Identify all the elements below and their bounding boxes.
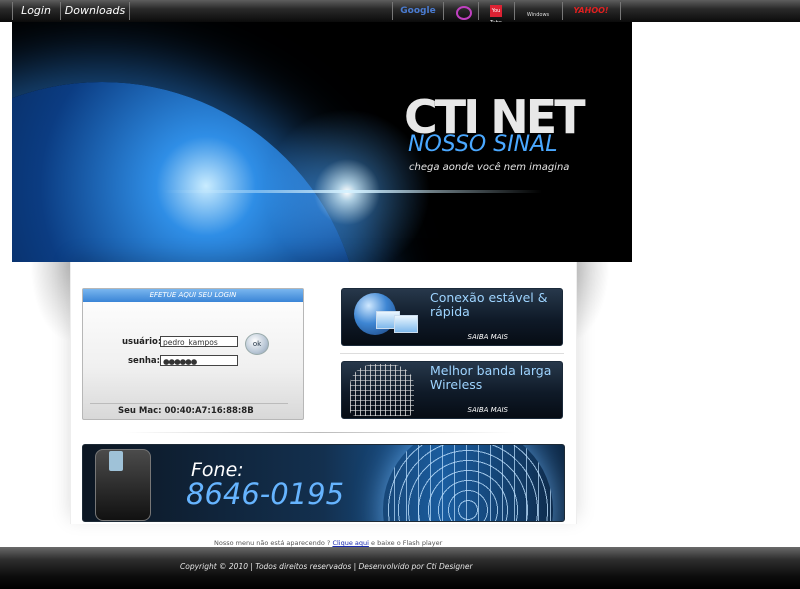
- google-icon[interactable]: Google: [398, 2, 438, 20]
- windows-live-icon[interactable]: Windows Live: [524, 2, 552, 44]
- card-title: Melhor banda larga Wireless: [430, 363, 552, 392]
- footer: Copyright © 2010 | Todos direitos reserv…: [0, 547, 800, 589]
- banner-slogan: NOSSO SINAL: [408, 132, 558, 157]
- phone-screen: [109, 451, 123, 471]
- notice-prefix: Nosso menu não está aparecendo ?: [214, 539, 331, 547]
- nav-separator: [478, 2, 479, 20]
- nav-separator: [620, 2, 621, 20]
- promo-card-connection[interactable]: Conexão estável & rápida SAIBA MAIS: [341, 288, 563, 346]
- card-title: Conexão estável & rápida: [430, 290, 548, 319]
- phone-handset-image: [95, 449, 151, 521]
- panel-shadow: [30, 262, 70, 342]
- nav-separator: [443, 2, 444, 20]
- nav-separator: [514, 2, 515, 20]
- youtube-icon[interactable]: You Tube: [490, 5, 502, 26]
- divider: [90, 403, 288, 404]
- divider: [340, 353, 564, 354]
- copyright-text: Copyright © 2010 | Todos direitos reserv…: [180, 562, 473, 571]
- nav-separator: [12, 2, 13, 20]
- mac-address: Seu Mac: 00:40:A7:16:88:8B: [118, 406, 254, 416]
- phone-banner: Fone: 8646-0195: [82, 444, 565, 522]
- notice-suffix: e baixe o Flash player: [371, 539, 443, 547]
- wireframe-globe-image: [383, 445, 553, 521]
- nav-separator: [562, 2, 563, 20]
- nav-separator: [60, 2, 61, 20]
- yahoo-icon[interactable]: YAHOO!: [568, 2, 614, 20]
- download-flash-link[interactable]: Clique aqui: [332, 539, 369, 547]
- antenna-icon: [350, 364, 414, 416]
- nav-downloads-link[interactable]: Downloads: [62, 0, 128, 22]
- saiba-mais-link[interactable]: SAIBA MAIS: [468, 333, 508, 341]
- flash-notice-text: Nosso menu não está aparecendo ? Clique …: [214, 539, 442, 547]
- saiba-mais-link[interactable]: SAIBA MAIS: [468, 406, 508, 414]
- nav-separator: [392, 2, 393, 20]
- top-nav-bar: Login Downloads Google You Tube Windows …: [0, 0, 800, 44]
- password-input[interactable]: ●●●●●●: [160, 355, 238, 366]
- phone-number: 8646-0195: [186, 477, 345, 511]
- password-label: senha:: [128, 356, 161, 366]
- banner-tagline: chega aonde você nem imagina: [409, 162, 570, 173]
- username-label: usuário:: [122, 337, 162, 347]
- username-input[interactable]: pedro_kampos: [160, 336, 238, 347]
- hero-banner: CTI NET NOSSO SINAL chega aonde você nem…: [12, 22, 632, 262]
- login-box: EFETUE AQUI SEU LOGIN: [82, 288, 304, 420]
- divider: [125, 432, 515, 433]
- login-header: EFETUE AQUI SEU LOGIN: [83, 289, 303, 302]
- login-ok-button[interactable]: ok: [245, 333, 269, 355]
- nav-login-link[interactable]: Login: [14, 0, 58, 22]
- lens-flare-line: [162, 190, 542, 193]
- nav-separator: [129, 2, 130, 20]
- monitor-icon: [394, 315, 418, 333]
- promo-card-wireless[interactable]: Melhor banda larga Wireless SAIBA MAIS: [341, 361, 563, 419]
- orkut-icon[interactable]: [456, 6, 472, 20]
